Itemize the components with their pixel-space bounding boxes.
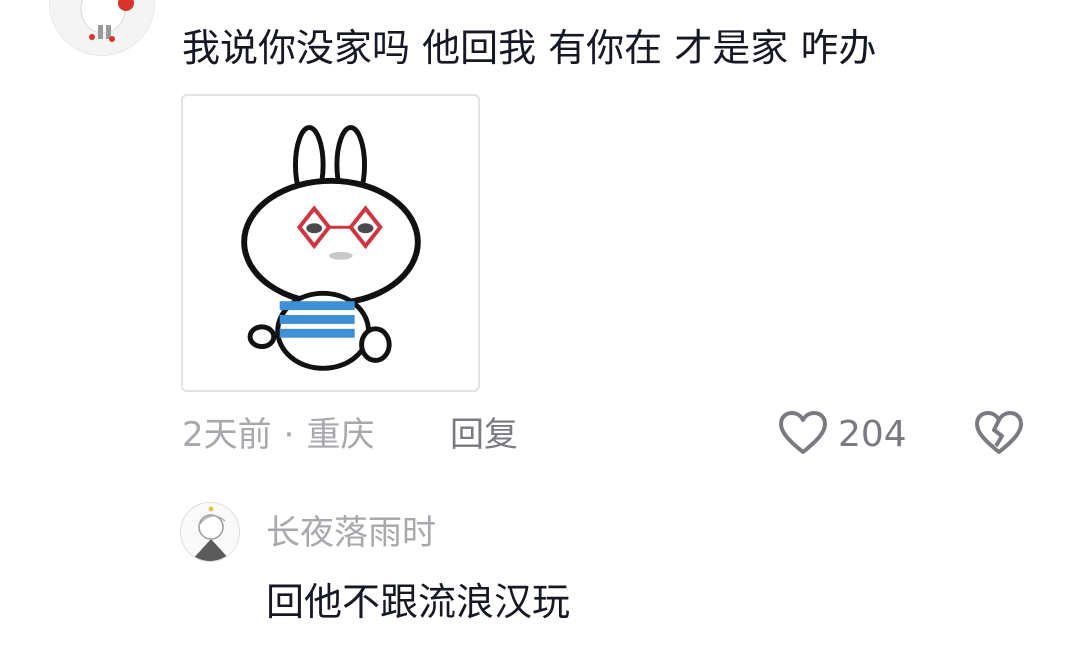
comment-location: 重庆 xyxy=(306,415,375,455)
comment-time: 2天前 xyxy=(182,415,272,455)
reply-user-avatar[interactable] xyxy=(180,502,240,562)
comment-meta: 2天前 · 重庆 xyxy=(182,412,374,458)
like-count: 204 xyxy=(838,414,907,455)
reply-username[interactable]: 长夜落雨时 xyxy=(266,510,436,556)
commenter-avatar[interactable] xyxy=(49,0,155,56)
comment-text: 我说你没家吗 他回我 有你在 才是家 咋办 xyxy=(182,26,877,70)
heart-outline-icon[interactable] xyxy=(778,410,828,458)
reply-text: 回他不跟流浪汉玩 xyxy=(266,580,571,624)
sticker-image[interactable] xyxy=(181,94,480,392)
meta-separator: · xyxy=(283,415,295,455)
reply-button[interactable]: 回复 xyxy=(450,412,518,458)
broken-heart-icon[interactable] xyxy=(974,410,1024,458)
